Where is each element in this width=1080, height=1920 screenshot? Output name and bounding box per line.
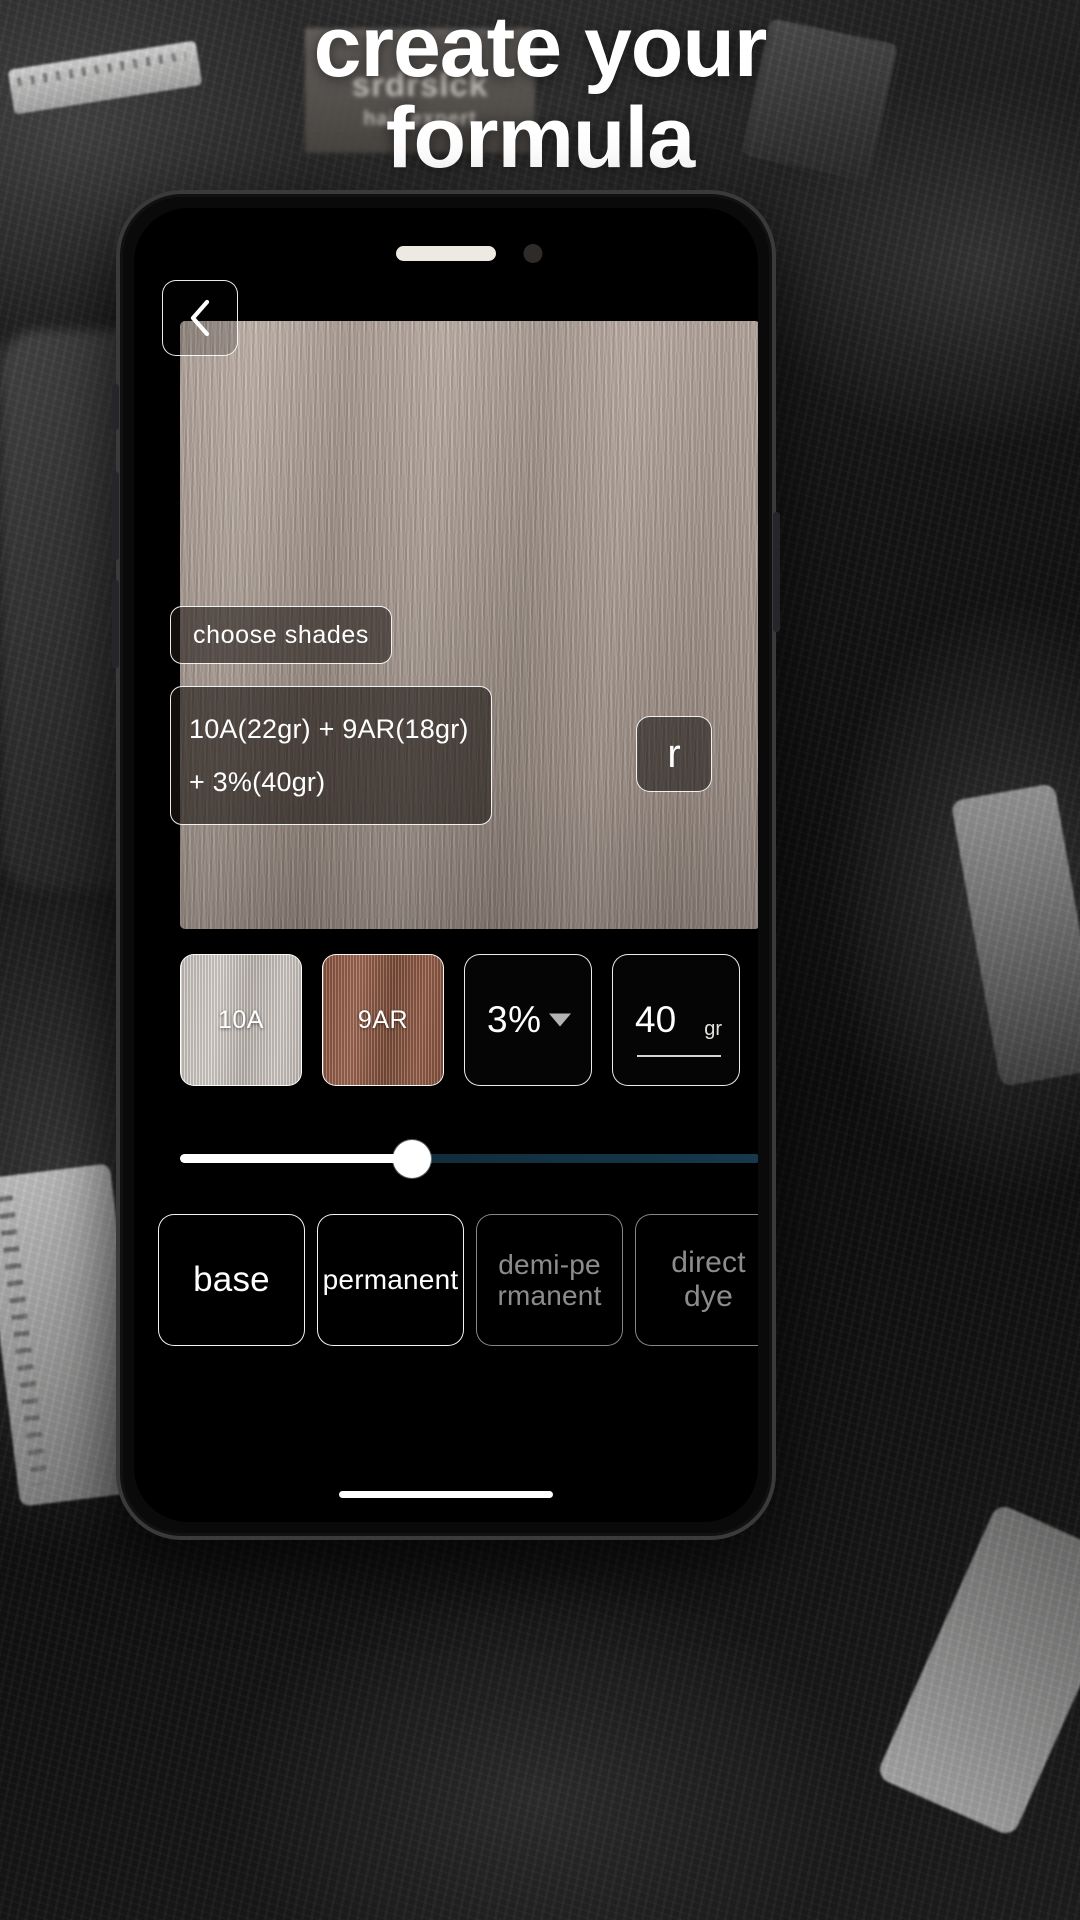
type-button-direct-dye[interactable]: direct dye bbox=[635, 1214, 758, 1346]
phone-screen: choose shades 10A(22gr) + 9AR(18gr) + 3%… bbox=[134, 208, 758, 1522]
phone-silent-switch[interactable] bbox=[112, 384, 119, 430]
scissors-shape bbox=[875, 1502, 1080, 1838]
amount-slider[interactable] bbox=[180, 1140, 758, 1178]
formula-display[interactable]: 10A(22gr) + 9AR(18gr) + 3%(40gr) bbox=[170, 686, 492, 826]
shade-controls-row: 10A 9AR 3% 40 gr bbox=[180, 954, 758, 1086]
type-button-demi-permanent[interactable]: demi-pe rmanent bbox=[476, 1214, 623, 1346]
slider-fill bbox=[180, 1154, 412, 1163]
choose-shades-button[interactable]: choose shades bbox=[170, 606, 392, 664]
slider-knob[interactable] bbox=[393, 1140, 431, 1178]
color-type-row: base permanent demi-pe rmanent direct dye bbox=[158, 1214, 758, 1346]
brush-shape bbox=[950, 783, 1080, 1087]
back-button[interactable] bbox=[162, 280, 238, 356]
phone-power-button[interactable] bbox=[773, 512, 780, 632]
reset-button[interactable]: r bbox=[636, 716, 712, 792]
shade-swatch-10a[interactable]: 10A bbox=[180, 954, 302, 1086]
headline-line-1: create your bbox=[313, 0, 768, 95]
type-button-permanent[interactable]: permanent bbox=[317, 1214, 464, 1346]
grams-input[interactable]: 40 gr bbox=[612, 954, 740, 1086]
chevron-down-icon bbox=[549, 1013, 571, 1027]
page-title: create your formula bbox=[0, 0, 1080, 186]
chevron-left-icon bbox=[190, 299, 210, 337]
headline-line-2: formula bbox=[385, 89, 695, 186]
front-camera-icon bbox=[523, 244, 543, 263]
notch-speaker bbox=[396, 246, 496, 261]
shade-swatch-9ar[interactable]: 9AR bbox=[322, 954, 444, 1086]
phone-mockup: choose shades 10A(22gr) + 9AR(18gr) + 3%… bbox=[112, 190, 780, 1540]
phone-volume-up-button[interactable] bbox=[112, 472, 119, 560]
home-indicator[interactable] bbox=[339, 1491, 553, 1498]
phone-volume-down-button[interactable] bbox=[112, 580, 119, 668]
grams-underline bbox=[637, 1055, 721, 1057]
shade-swatch-9ar-label: 9AR bbox=[357, 1005, 409, 1034]
grams-unit-label: gr bbox=[704, 1018, 722, 1040]
developer-percent-value: 3% bbox=[487, 999, 542, 1040]
type-button-base[interactable]: base bbox=[158, 1214, 305, 1346]
shade-swatch-10a-label: 10A bbox=[218, 1005, 264, 1034]
grams-value: 40 bbox=[635, 999, 677, 1040]
developer-percent-select[interactable]: 3% bbox=[464, 954, 592, 1086]
